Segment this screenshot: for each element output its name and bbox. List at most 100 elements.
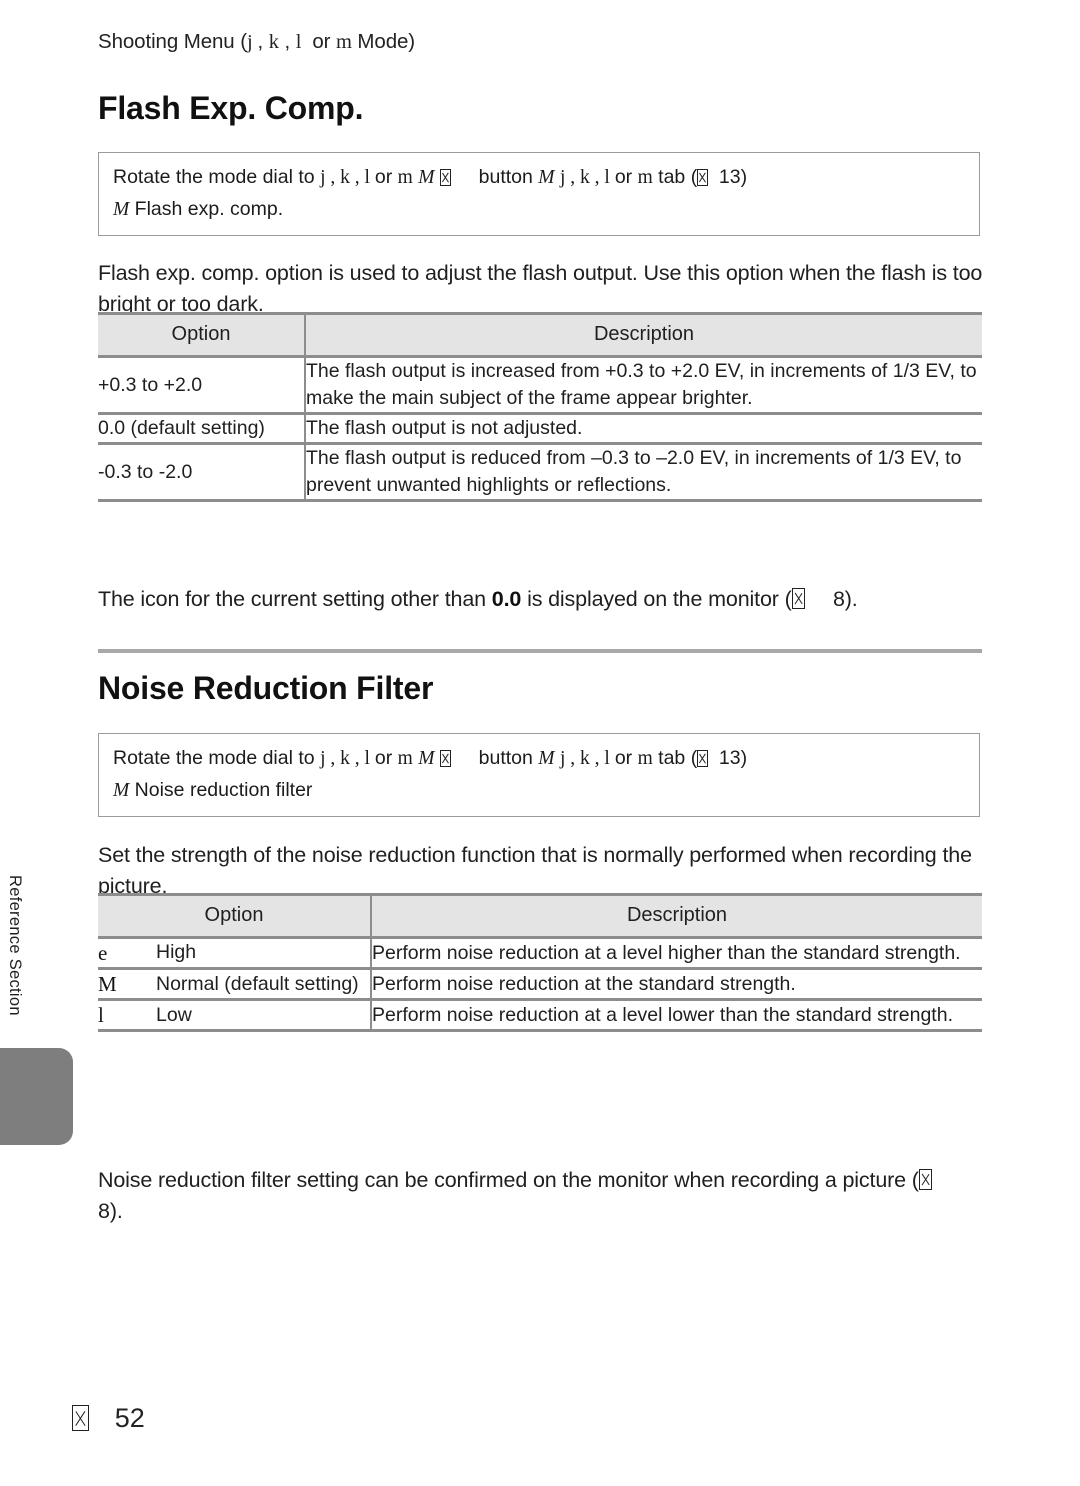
nav-button-text: button bbox=[478, 747, 533, 769]
menu-item-icon: M bbox=[113, 779, 130, 801]
note-ref-page: 8 bbox=[832, 586, 845, 611]
nav-menu-item-label: Noise reduction filter bbox=[134, 778, 313, 801]
nav-modes-group-2: j , k , l bbox=[559, 748, 610, 769]
cell-option-label: High bbox=[156, 941, 197, 964]
nav-rotate-text: Rotate the mode dial to bbox=[113, 747, 315, 769]
navigation-path-box-noise: Rotate the mode dial to j , k , l or m M … bbox=[98, 733, 980, 818]
cell-description: Perform noise reduction at a level lower… bbox=[371, 999, 982, 1033]
nav-or-1: or bbox=[374, 747, 393, 769]
note-text-c: ). bbox=[844, 586, 858, 611]
note-text-c: ). bbox=[109, 1199, 123, 1224]
nav-mode-m-2: m bbox=[637, 167, 653, 188]
options-table-flash-exp-comp: Option Description +0.3 to +2.0 The flas… bbox=[98, 312, 982, 502]
table-header-row: Option Description bbox=[98, 312, 982, 358]
column-header-option: Option bbox=[98, 893, 372, 939]
running-header: Shooting Menu (j, k , l or m Mode) bbox=[98, 30, 416, 53]
footer-page-number: 52 bbox=[114, 1403, 145, 1433]
nav-ref-page: 13 bbox=[718, 166, 741, 188]
table-header-row: Option Description bbox=[98, 893, 982, 939]
nav-mode-m-1: m bbox=[397, 748, 413, 769]
menu-item-icon: M bbox=[113, 198, 130, 220]
nav-rotate-text: Rotate the mode dial to bbox=[113, 166, 315, 188]
running-header-prefix: Shooting Menu ( bbox=[98, 30, 247, 53]
side-tab-label: Reference Section bbox=[6, 875, 24, 1016]
nav-ref-page: 13 bbox=[718, 747, 741, 769]
options-table-noise-reduction-filter: Option Description e High Perform noise … bbox=[98, 893, 982, 1033]
table-row: M Normal (default setting) Perform noise… bbox=[98, 968, 982, 1002]
nav-mode-m-2: m bbox=[637, 748, 653, 769]
table-row: -0.3 to -2.0 The flash output is reduced… bbox=[98, 443, 982, 502]
note-text-a: The icon for the current setting other t… bbox=[98, 586, 486, 611]
table-row: e High Perform noise reduction at a leve… bbox=[98, 937, 982, 971]
table-row: +0.3 to +2.0 The flash output is increas… bbox=[98, 356, 982, 415]
cell-option: M Normal (default setting) bbox=[98, 968, 372, 1002]
menu-button-icon-1: M bbox=[418, 167, 435, 188]
cell-description: Perform noise reduction at a level highe… bbox=[371, 937, 982, 971]
note-ref-page: 8 bbox=[98, 1199, 110, 1224]
column-header-description: Description bbox=[305, 312, 982, 358]
page-footer: 52 bbox=[72, 1403, 145, 1434]
mode-symbol-k: k bbox=[268, 31, 279, 53]
cell-option: l Low bbox=[98, 999, 372, 1033]
column-header-description: Description bbox=[371, 893, 982, 939]
menu-button-icon-2: M bbox=[538, 748, 555, 769]
table-row: l Low Perform noise reduction at a level… bbox=[98, 999, 982, 1033]
note-text-a: Noise reduction filter setting can be co… bbox=[98, 1167, 919, 1192]
manual-page: Shooting Menu (j, k , l or m Mode) Refere… bbox=[0, 0, 1080, 1486]
section-title-noise-reduction-filter: Noise Reduction Filter bbox=[98, 670, 434, 706]
note-text-b: is displayed on the monitor ( bbox=[527, 586, 792, 611]
note-bold-value: 0.0 bbox=[491, 586, 522, 611]
page-reference-icon-2 bbox=[791, 588, 805, 609]
cell-option-label: Low bbox=[156, 1003, 192, 1026]
nav-ref-close: ) bbox=[740, 747, 748, 769]
nav-modes-group-1: j , k , l bbox=[320, 167, 370, 188]
nav-modes-group-1: j , k , l bbox=[320, 748, 370, 769]
nav-path-line-2: M Noise reduction filter bbox=[113, 775, 965, 807]
nav-path-line-1: Rotate the mode dial to j , k , l or m M … bbox=[113, 162, 965, 194]
noise-level-icon-normal: M bbox=[98, 972, 117, 997]
cell-option-label: Normal (default setting) bbox=[156, 972, 359, 995]
side-tab-marker bbox=[0, 1048, 73, 1145]
cell-option: -0.3 to -2.0 bbox=[98, 443, 306, 502]
nav-or-1: or bbox=[374, 166, 393, 188]
noise-level-icon-low: l bbox=[98, 1003, 104, 1028]
menu-button-icon-1: M bbox=[418, 748, 435, 769]
nav-path-line-2: M Flash exp. comp. bbox=[113, 194, 965, 226]
mode-symbol-m: m bbox=[335, 31, 352, 53]
mode-symbol-l: l bbox=[295, 31, 302, 53]
nav-tab-text: tab bbox=[658, 747, 686, 769]
cell-option: +0.3 to +2.0 bbox=[98, 356, 306, 415]
nav-path-line-1: Rotate the mode dial to j , k , l or m M … bbox=[113, 743, 965, 775]
column-header-option: Option bbox=[98, 312, 306, 358]
paragraph-noise-note: Noise reduction filter setting can be co… bbox=[98, 1165, 984, 1228]
nav-or-2: or bbox=[614, 747, 633, 769]
nav-menu-item-label: Flash exp. comp. bbox=[134, 197, 284, 220]
running-header-or: or bbox=[312, 30, 331, 53]
cell-description: Perform noise reduction at the standard … bbox=[371, 968, 982, 1002]
arrow-right-icon-1 bbox=[439, 749, 451, 767]
page-reference-icon-3 bbox=[918, 1169, 933, 1190]
page-reference-icon-1 bbox=[697, 749, 708, 767]
paragraph-flash-note: The icon for the current setting other t… bbox=[98, 584, 984, 616]
page-reference-icon-footer bbox=[72, 1405, 89, 1431]
page-reference-icon-1 bbox=[697, 168, 708, 186]
cell-option: 0.0 (default setting) bbox=[98, 413, 306, 445]
cell-description: The flash output is increased from +0.3 … bbox=[305, 356, 982, 415]
mode-symbol-j: j bbox=[246, 31, 253, 53]
section-title-flash-exp-comp: Flash Exp. Comp. bbox=[98, 90, 364, 126]
cell-description: The flash output is reduced from –0.3 to… bbox=[305, 443, 982, 502]
navigation-path-box-flash: Rotate the mode dial to j , k , l or m M … bbox=[98, 152, 980, 237]
cell-option: e High bbox=[98, 937, 372, 971]
noise-level-icon-high: e bbox=[98, 941, 108, 965]
nav-modes-group-2: j , k , l bbox=[559, 167, 610, 188]
nav-tab-text: tab bbox=[658, 166, 686, 188]
arrow-right-icon-1 bbox=[439, 168, 451, 186]
running-header-suffix: Mode) bbox=[357, 30, 416, 53]
menu-button-icon-2: M bbox=[538, 167, 555, 188]
nav-or-2: or bbox=[614, 166, 633, 188]
nav-ref-close: ) bbox=[740, 166, 748, 188]
nav-mode-m-1: m bbox=[397, 167, 413, 188]
section-divider bbox=[98, 649, 982, 653]
table-row: 0.0 (default setting) The flash output i… bbox=[98, 413, 982, 445]
nav-button-text: button bbox=[478, 166, 533, 188]
